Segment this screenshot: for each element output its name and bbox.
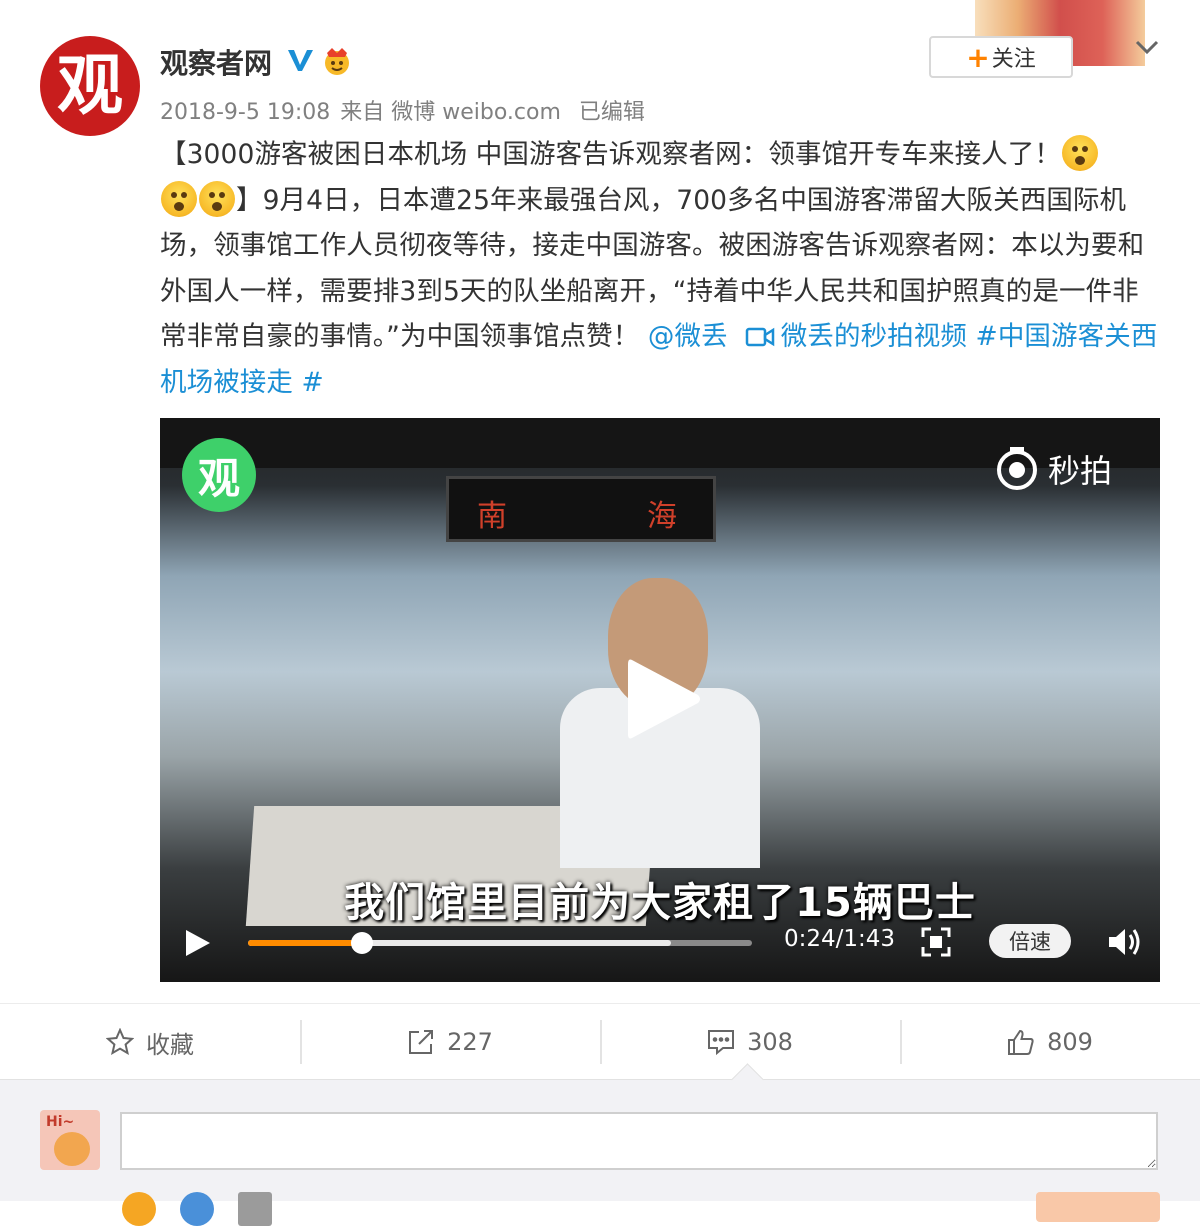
- miaopai-watermark: 秒拍: [994, 446, 1112, 492]
- speed-button[interactable]: 倍速: [989, 924, 1071, 958]
- member-medal-icon: [320, 44, 354, 78]
- volume-icon[interactable]: [1106, 924, 1142, 960]
- favorite-label: 收藏: [146, 1030, 194, 1059]
- bus-destination-sign: 南 海: [446, 476, 716, 542]
- like-button[interactable]: 809: [900, 1004, 1200, 1080]
- chevron-down-icon[interactable]: [1132, 32, 1162, 62]
- channel-logo: 观: [182, 438, 256, 512]
- thumbs-up-icon: [1008, 1029, 1034, 1055]
- star-icon: [106, 1028, 134, 1056]
- mention-link[interactable]: @微丢: [648, 321, 728, 352]
- author-avatar[interactable]: 观: [40, 36, 140, 136]
- favorite-button[interactable]: 收藏: [0, 1004, 300, 1080]
- mention-icon[interactable]: [180, 1192, 214, 1226]
- scared-face-emoji-icon: [1061, 135, 1098, 171]
- post-meta: 2018-9-5 19:08 来自 微博 weibo.com 已编辑: [160, 94, 655, 126]
- image-icon[interactable]: [238, 1192, 272, 1226]
- play-button[interactable]: [182, 928, 212, 958]
- post-text: 【3000游客被困日本机场 中国游客告诉观察者网：领事馆开专车来接人了！ 】9月…: [160, 132, 1160, 405]
- post-text-part1: 【3000游客被困日本机场 中国游客告诉观察者网：领事馆开专车来接人了！: [160, 139, 1061, 170]
- post-source[interactable]: 来自 微博 weibo.com: [340, 100, 561, 125]
- miaopai-eye-icon: [997, 447, 1037, 490]
- user-avatar[interactable]: Hi~: [40, 1110, 100, 1170]
- progress-knob[interactable]: [350, 932, 373, 954]
- video-link[interactable]: 微丢的秒拍视频: [745, 321, 967, 352]
- author-name[interactable]: 观察者网: [160, 42, 272, 82]
- video-controls: 0:24/1:43 倍速: [160, 918, 1160, 982]
- post-date[interactable]: 2018-9-5 19:08: [160, 100, 330, 125]
- comment-count: 308: [747, 1028, 793, 1056]
- plus-icon: +: [966, 40, 990, 74]
- comment-icon: [708, 1030, 735, 1056]
- comment-submit-button[interactable]: [1036, 1192, 1160, 1222]
- follow-label: 关注: [991, 47, 1036, 72]
- play-icon[interactable]: [626, 656, 702, 742]
- comment-input[interactable]: [120, 1112, 1158, 1170]
- sign-left-text: 南: [477, 499, 507, 534]
- repost-button[interactable]: 227: [300, 1004, 600, 1080]
- scared-face-emoji-icon: [199, 180, 235, 217]
- repost-count: 227: [447, 1028, 493, 1056]
- scared-face-emoji-icon: [161, 180, 197, 217]
- channel-logo-glyph: 观: [197, 453, 240, 503]
- video-link-label: 微丢的秒拍视频: [780, 321, 967, 352]
- video-player[interactable]: 南 海 观 秒拍 我们馆里目前为大家租了15辆巴士 0:24/1:43 倍速: [160, 418, 1160, 982]
- edited-label[interactable]: 已编辑: [579, 100, 645, 125]
- video-link-icon: [745, 327, 775, 347]
- miaopai-brand: 秒拍: [1048, 452, 1113, 490]
- verified-v-icon: [284, 44, 316, 76]
- fullscreen-icon[interactable]: [920, 926, 952, 958]
- played-bar: [248, 940, 362, 946]
- emoji-icon[interactable]: [122, 1192, 156, 1226]
- time-display: 0:24/1:43: [784, 926, 896, 952]
- avatar-sticker-text: Hi~: [46, 1114, 75, 1130]
- action-bar: 收藏 227 308 809: [0, 1003, 1200, 1080]
- avatar-glyph: 观: [57, 47, 123, 124]
- follow-button[interactable]: + 关注: [929, 36, 1073, 78]
- progress-track[interactable]: [248, 932, 752, 954]
- share-icon: [409, 1030, 434, 1054]
- like-count: 809: [1047, 1028, 1093, 1056]
- sign-right-text: 海: [647, 499, 677, 534]
